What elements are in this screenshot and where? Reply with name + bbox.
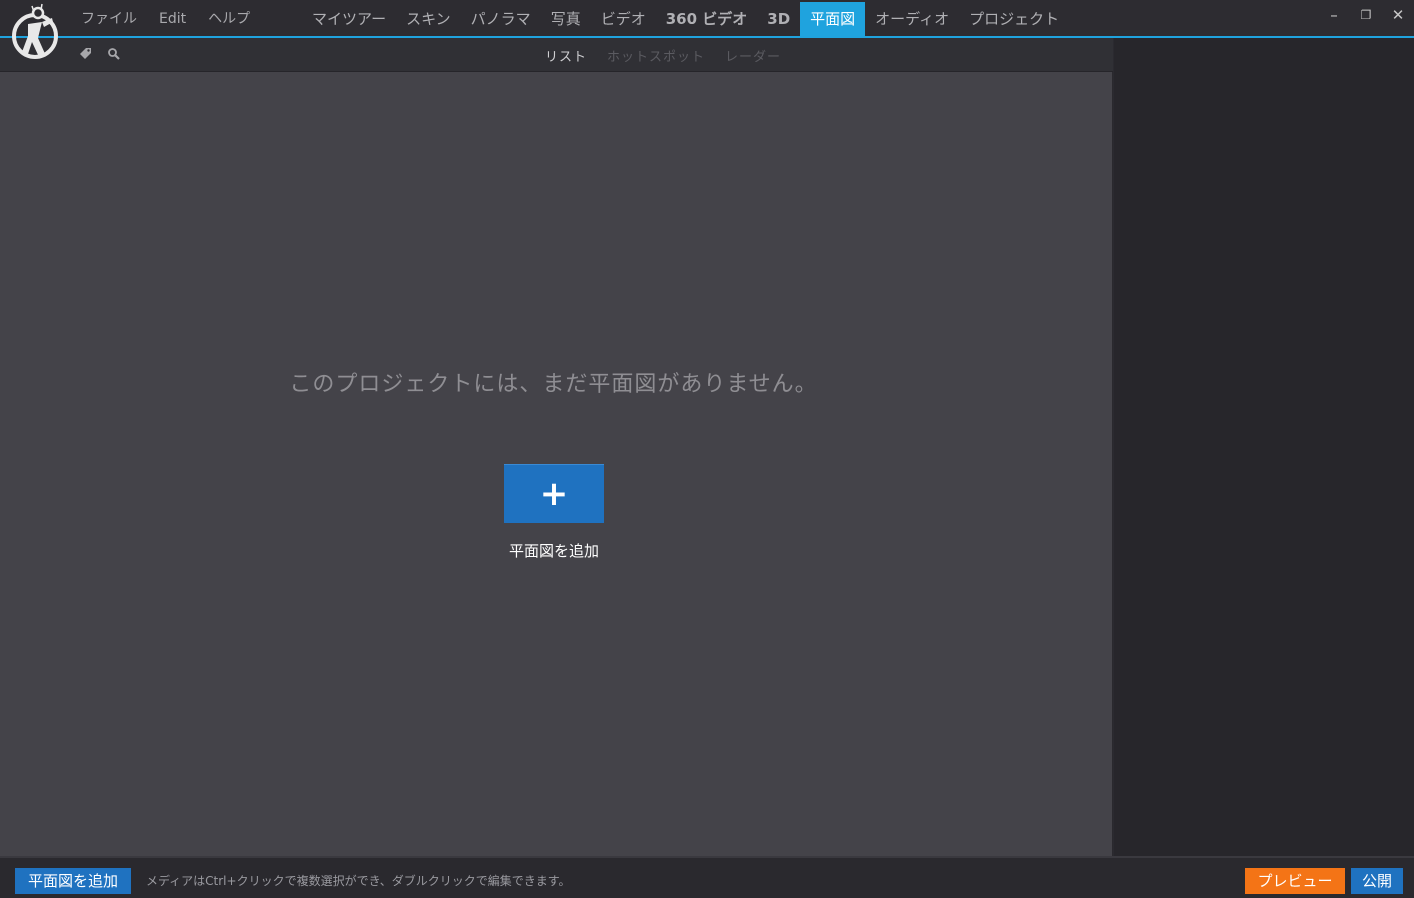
add-floorplan-button[interactable]: 平面図を追加 bbox=[15, 868, 131, 894]
tab-list[interactable]: リスト bbox=[535, 46, 597, 65]
tab-audio[interactable]: オーディオ bbox=[865, 0, 959, 36]
sub-tabs: リスト ホットスポット レーダー bbox=[535, 38, 791, 72]
properties-panel bbox=[1114, 38, 1414, 856]
tab-radar[interactable]: レーダー bbox=[715, 46, 791, 65]
menu-file[interactable]: ファイル bbox=[70, 0, 148, 36]
app-menu: ファイル Edit ヘルプ bbox=[70, 0, 261, 36]
add-floorplan-label[interactable]: 平面図を追加 bbox=[454, 540, 654, 561]
add-floorplan-plus-button[interactable]: + bbox=[504, 464, 604, 523]
tab-my-tours[interactable]: マイツアー bbox=[302, 0, 396, 36]
tab-hotspot[interactable]: ホットスポット bbox=[597, 46, 715, 65]
tab-3d[interactable]: 3D bbox=[757, 0, 800, 36]
main-tabs: マイツアー スキン パノラマ 写真 ビデオ 360 ビデオ 3D 平面図 オーデ… bbox=[302, 0, 1069, 36]
hint-text: メディアはCtrl+クリックで複数選択ができ、ダブルクリックで編集できます。 bbox=[146, 874, 571, 888]
restore-icon[interactable]: ❐ bbox=[1350, 1, 1382, 29]
empty-state-message: このプロジェクトには、まだ平面図がありません。 bbox=[289, 372, 818, 397]
minimize-icon[interactable]: – bbox=[1318, 1, 1350, 29]
sub-toolbar: リスト ホットスポット レーダー bbox=[0, 38, 1113, 72]
tab-video[interactable]: ビデオ bbox=[591, 0, 656, 36]
tag-icon[interactable] bbox=[78, 46, 94, 62]
tab-360-video[interactable]: 360 ビデオ bbox=[656, 0, 758, 36]
tab-project[interactable]: プロジェクト bbox=[959, 0, 1069, 36]
close-icon[interactable]: ✕ bbox=[1382, 1, 1414, 29]
search-icon[interactable] bbox=[106, 46, 122, 62]
menu-edit[interactable]: Edit bbox=[148, 0, 197, 36]
bottom-bar: 平面図を追加 メディアはCtrl+クリックで複数選択ができ、ダブルクリックで編集… bbox=[0, 856, 1414, 898]
menu-help[interactable]: ヘルプ bbox=[197, 0, 261, 36]
tab-photo[interactable]: 写真 bbox=[541, 0, 591, 36]
tab-floorplan[interactable]: 平面図 bbox=[800, 2, 866, 36]
tab-skin[interactable]: スキン bbox=[396, 0, 461, 36]
title-menu-bar: ファイル Edit ヘルプ マイツアー スキン パノラマ 写真 ビデオ 360 … bbox=[0, 0, 1414, 38]
floorplan-list-area: このプロジェクトには、まだ平面図がありません。 + 平面図を追加 bbox=[0, 72, 1113, 856]
publish-button[interactable]: 公開 bbox=[1351, 868, 1403, 894]
window-controls: – ❐ ✕ bbox=[1318, 0, 1414, 30]
preview-button[interactable]: プレビュー bbox=[1245, 868, 1345, 894]
app-logo-icon bbox=[12, 3, 58, 59]
tab-panorama[interactable]: パノラマ bbox=[461, 0, 541, 36]
